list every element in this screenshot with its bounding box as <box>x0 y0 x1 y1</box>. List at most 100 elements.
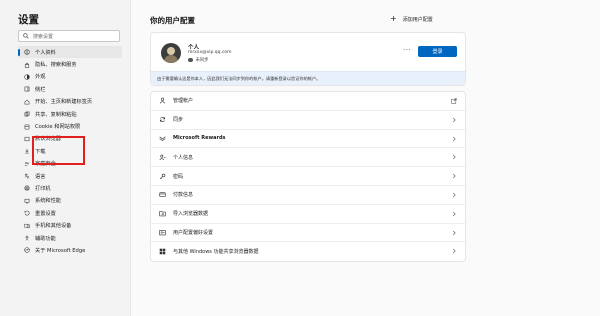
chevron-right-icon <box>452 211 456 217</box>
sidebar-item-phone[interactable]: 手机和其他设备 <box>18 219 122 231</box>
profile-card: 个人 mrxxx@vip.qq.com 未同步 ··· 登录 由于需要确认这是你… <box>150 32 466 86</box>
sidebar-item-label: 打印机 <box>35 185 51 192</box>
main-content: 你的用户配置 + 添加用户配置 个人 mrxxx@vip.qq.com 未同步 … <box>131 0 600 316</box>
row-label: 导入浏览器数据 <box>173 211 209 218</box>
sidebar-item-appearance[interactable]: 外观 <box>18 71 122 83</box>
highlight-box <box>32 136 85 165</box>
chevron-right-icon <box>452 173 456 179</box>
row-personal-info[interactable]: 个人信息 <box>151 148 465 168</box>
sidebar-item-label: 系统和性能 <box>35 198 61 205</box>
windows-icon <box>159 248 166 255</box>
search-placeholder: 搜索设置 <box>33 33 54 40</box>
home-icon <box>24 99 30 105</box>
sidebar-item-label: 侧栏 <box>35 86 46 93</box>
family-icon <box>24 161 29 166</box>
sidebar-item-label: 手机和其他设备 <box>35 223 72 230</box>
profile-email: mrxxx@vip.qq.com <box>188 50 232 55</box>
avatar[interactable] <box>161 43 181 63</box>
edge-icon <box>24 247 30 254</box>
browser-icon <box>24 136 30 141</box>
accessibility-icon <box>25 235 29 241</box>
reset-icon <box>24 211 30 216</box>
sidebar-item-languages[interactable]: 语言 <box>18 170 122 182</box>
sync-status-label: 未同步 <box>195 58 209 63</box>
row-label: 付款信息 <box>173 192 194 199</box>
profile-settings-list: 管理帐户 同步 Microsoft Rewards 个人信息 密码 付款信息 导… <box>150 91 466 262</box>
sidebar-item-label: 语言 <box>35 173 46 180</box>
sidebar-item-privacy[interactable]: 隐私、搜索和服务 <box>18 58 122 70</box>
appearance-icon <box>24 74 30 80</box>
key-icon <box>159 173 166 179</box>
sidebar-item-printers[interactable]: 打印机 <box>18 182 122 194</box>
sync-status-icon <box>188 57 193 63</box>
row-label: 密码 <box>173 173 184 180</box>
sidebar-item-label: 开始、主页和新建标签页 <box>35 99 93 106</box>
sidebar-item-accessibility[interactable]: 辅助功能 <box>18 232 122 244</box>
sidebar-item-home[interactable]: 开始、主页和新建标签页 <box>18 96 122 108</box>
sync-notice: 由于需要确认这是你本人，因此我们无法同步到你的帐户。请重新登录以验证你的帐户。 <box>151 71 465 85</box>
sidebar-item-profile[interactable]: 个人资料 <box>18 46 122 59</box>
sidebar-item-sidebar[interactable]: 侧栏 <box>18 83 122 95</box>
signin-button[interactable]: 登录 <box>418 46 457 57</box>
plus-icon: + <box>390 14 397 23</box>
system-icon <box>24 198 30 204</box>
add-profile-button[interactable]: + 添加用户配置 <box>390 15 433 23</box>
row-sync[interactable]: 同步 <box>151 111 465 130</box>
rewards-icon <box>159 136 166 142</box>
cookie-icon <box>24 124 30 129</box>
phone-icon <box>24 223 30 228</box>
sidebar-item-label: 辅助功能 <box>35 235 56 242</box>
add-profile-label: 添加用户配置 <box>402 16 433 23</box>
sidebar-item-label: 共享、复制和粘贴 <box>35 111 77 118</box>
sidebar-item-label: 关于 Microsoft Edge <box>35 247 86 254</box>
sidebar-item-about[interactable]: 关于 Microsoft Edge <box>18 244 122 256</box>
sidebar-item-label: 重置设置 <box>35 210 56 217</box>
row-payment-info[interactable]: 付款信息 <box>151 186 465 205</box>
download-icon <box>25 149 29 154</box>
settings-title: 设置 <box>18 14 39 26</box>
language-icon <box>24 173 30 179</box>
search-icon <box>23 33 29 39</box>
search-input[interactable]: 搜索设置 <box>18 30 120 42</box>
external-link-icon <box>451 98 457 104</box>
person-info-icon <box>159 154 166 160</box>
sidebar-item-cookie[interactable]: Cookie 和网站权限 <box>18 120 122 132</box>
chevron-right-icon <box>452 155 456 160</box>
row-import-data[interactable]: 导入浏览器数据 <box>151 205 465 224</box>
chevron-right-icon <box>452 230 456 235</box>
row-label: 同步 <box>173 117 184 124</box>
chevron-right-icon <box>452 249 456 254</box>
page-title: 你的用户配置 <box>150 16 195 25</box>
share-icon <box>24 111 30 117</box>
import-icon <box>159 211 166 217</box>
sidebar-item-label: 隐私、搜索和服务 <box>35 62 77 69</box>
chevron-right-icon <box>452 117 456 123</box>
lock-icon <box>24 62 30 68</box>
sidebar-item-label: Cookie 和网站权限 <box>35 124 81 131</box>
more-options-button[interactable]: ··· <box>403 46 411 54</box>
row-passwords[interactable]: 密码 <box>151 167 465 186</box>
sync-status: 未同步 <box>188 57 208 63</box>
sidebar-item-label: 个人资料 <box>35 49 56 56</box>
person-icon <box>159 98 166 104</box>
row-label: Microsoft Rewards <box>173 135 226 142</box>
sidebar-item-label: 外观 <box>35 74 46 81</box>
row-windows-sharing[interactable]: 与其他 Windows 功能共享浏览器数据 <box>151 242 465 261</box>
sidebar-item-system[interactable]: 系统和性能 <box>18 195 122 207</box>
card-icon <box>159 192 166 198</box>
row-profile-preferences[interactable]: 用户配置偏好设置 <box>151 224 465 243</box>
printer-icon <box>24 186 30 191</box>
row-label: 用户配置偏好设置 <box>173 229 214 236</box>
sync-icon <box>159 117 166 123</box>
sidebar-icon <box>24 86 30 92</box>
row-label: 个人信息 <box>173 154 194 161</box>
row-manage-account[interactable]: 管理帐户 <box>151 92 465 111</box>
sidebar-item-reset[interactable]: 重置设置 <box>18 207 122 219</box>
chevron-right-icon <box>452 192 456 198</box>
sidebar-item-share[interactable]: 共享、复制和粘贴 <box>18 108 122 120</box>
chevron-right-icon <box>452 136 456 141</box>
profile-icon <box>24 49 30 55</box>
preferences-icon <box>159 230 166 236</box>
row-microsoft-rewards[interactable]: Microsoft Rewards <box>151 130 465 149</box>
row-label: 管理帐户 <box>173 98 194 105</box>
